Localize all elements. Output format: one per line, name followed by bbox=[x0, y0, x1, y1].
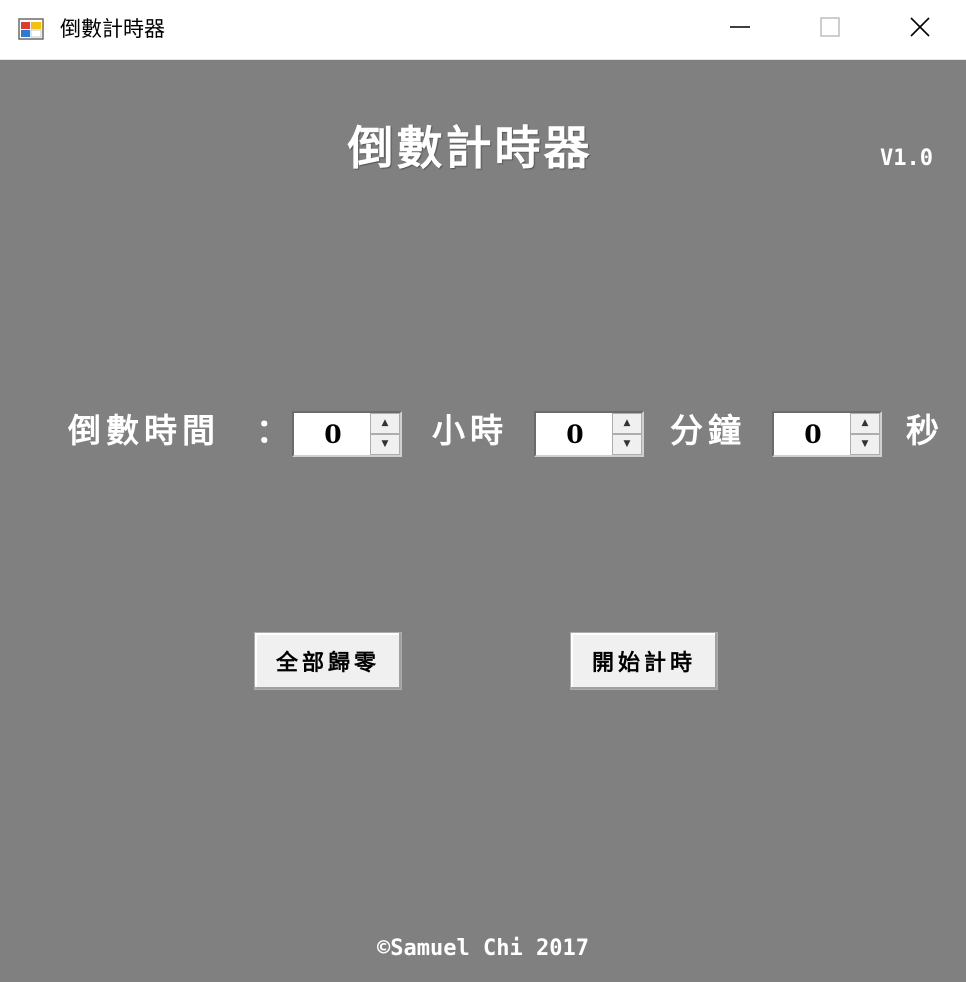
spin-up-icon: ▲ bbox=[623, 418, 631, 428]
countdown-time-label: 倒數時間 bbox=[68, 411, 220, 450]
minutes-unit-label: 分鐘 bbox=[670, 411, 746, 450]
app-icon bbox=[18, 16, 44, 42]
seconds-stepper[interactable]: ▲ ▼ bbox=[772, 411, 882, 457]
minutes-increment-button[interactable]: ▲ bbox=[612, 413, 642, 434]
spin-up-icon: ▲ bbox=[861, 418, 869, 428]
spin-down-icon: ▼ bbox=[623, 439, 631, 449]
maximize-button[interactable] bbox=[784, 0, 876, 58]
spin-down-icon: ▼ bbox=[381, 439, 389, 449]
app-heading: 倒數計時器 bbox=[347, 121, 593, 175]
seconds-decrement-button[interactable]: ▼ bbox=[850, 434, 880, 455]
start-timer-button[interactable]: 開始計時 bbox=[570, 632, 718, 690]
close-icon bbox=[909, 16, 931, 42]
minutes-stepper[interactable]: ▲ ▼ bbox=[534, 411, 644, 457]
seconds-increment-button[interactable]: ▲ bbox=[850, 413, 880, 434]
maximize-icon bbox=[819, 16, 841, 42]
hours-stepper[interactable]: ▲ ▼ bbox=[292, 411, 402, 457]
minutes-input[interactable] bbox=[536, 413, 614, 455]
window-title: 倒數計時器 bbox=[60, 17, 165, 41]
minutes-decrement-button[interactable]: ▼ bbox=[612, 434, 642, 455]
hours-decrement-button[interactable]: ▼ bbox=[370, 434, 400, 455]
close-button[interactable] bbox=[874, 0, 966, 58]
spin-up-icon: ▲ bbox=[381, 418, 389, 428]
hours-increment-button[interactable]: ▲ bbox=[370, 413, 400, 434]
seconds-unit-label: 秒 bbox=[906, 411, 944, 450]
version-label: V1.0 bbox=[880, 146, 933, 171]
minutes-spin-buttons: ▲ ▼ bbox=[612, 413, 642, 455]
hours-input[interactable] bbox=[294, 413, 372, 455]
reset-all-button[interactable]: 全部歸零 bbox=[254, 632, 402, 690]
copyright-text: ©Samuel Chi 2017 bbox=[377, 936, 589, 961]
title-bar[interactable]: 倒數計時器 bbox=[0, 0, 966, 60]
seconds-input[interactable] bbox=[774, 413, 852, 455]
seconds-spin-buttons: ▲ ▼ bbox=[850, 413, 880, 455]
hours-spin-buttons: ▲ ▼ bbox=[370, 413, 400, 455]
spin-down-icon: ▼ bbox=[861, 439, 869, 449]
minimize-icon bbox=[729, 16, 751, 42]
colon-label: ： bbox=[256, 411, 294, 450]
minimize-button[interactable] bbox=[694, 0, 786, 58]
hours-unit-label: 小時 bbox=[432, 411, 508, 450]
app-window: 倒數計時器 倒數計時器 V1.0 倒數時間 ： ▲ ▼ bbox=[0, 0, 966, 982]
